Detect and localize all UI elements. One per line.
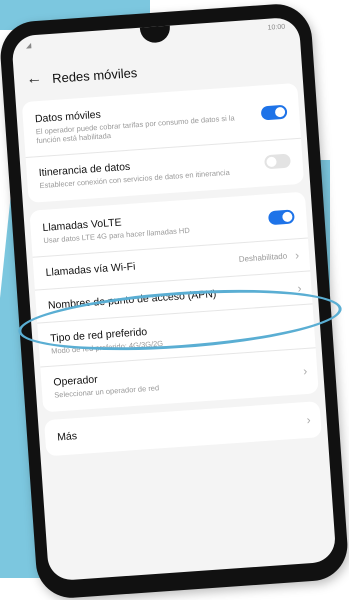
chevron-right-icon: › (302, 363, 308, 378)
page-title: Redes móviles (51, 64, 138, 86)
row-more[interactable]: Más › (44, 403, 322, 454)
row-value: Deshabilitado (238, 251, 288, 264)
row-title: Nombres de punto de acceso (APN) (47, 287, 217, 312)
roaming-toggle[interactable] (264, 153, 292, 170)
phone-frame: ◢ 10:00 ← Redes móviles Datos móviles El… (0, 1, 349, 600)
status-time: 10:00 (267, 23, 286, 32)
chevron-right-icon: › (306, 413, 312, 428)
chevron-right-icon: › (294, 247, 300, 262)
signal-icon: ◢ (25, 42, 32, 50)
mobile-data-toggle[interactable] (260, 105, 288, 121)
section-data: Datos móviles El operador puede cobrar t… (21, 82, 305, 204)
chevron-right-icon: › (296, 280, 302, 295)
row-title: Llamadas vía Wi-Fi (45, 260, 136, 279)
section-network: Llamadas VoLTE Usar datos LTE 4G para ha… (29, 191, 319, 413)
volte-toggle[interactable] (267, 209, 295, 226)
arrow-left-icon[interactable]: ← (26, 70, 43, 88)
row-title: Más (56, 430, 78, 444)
section-more: Más › (44, 401, 322, 457)
phone-screen: ◢ 10:00 ← Redes móviles Datos móviles El… (11, 16, 337, 582)
